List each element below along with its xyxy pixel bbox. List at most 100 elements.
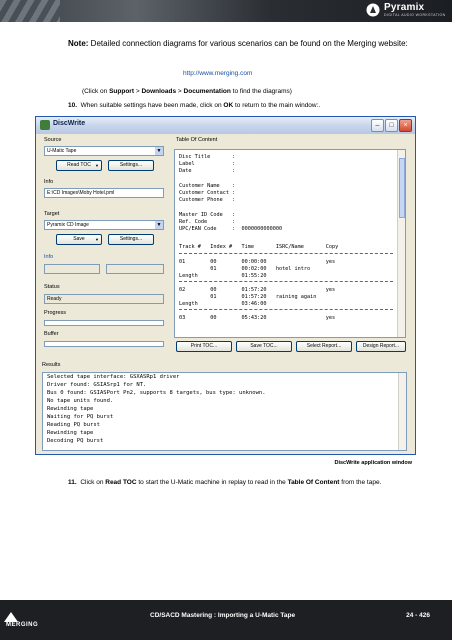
page-footer: MERGING CD/SACD Mastering : Importing a … — [0, 600, 452, 640]
toc-disc-title: Disc Title : — [179, 154, 236, 160]
results-line: Selected tape interface: GSXASRp1 driver — [47, 374, 180, 380]
instr-downloads: Downloads — [141, 88, 177, 95]
status-field: Ready — [44, 294, 164, 304]
instr-open: (Click on — [82, 88, 110, 95]
toc-label-line: Label : — [179, 161, 236, 167]
source-select[interactable]: U-Matic Tape ▼ — [44, 146, 164, 156]
source-select-value: U-Matic Tape — [47, 148, 77, 154]
discwrite-window: DiscWrite – □ × Source U-Matic Tape ▼ Re… — [35, 116, 416, 455]
results-line: Rewinding tape — [47, 406, 94, 412]
step-11-post: from the tape. — [339, 479, 382, 486]
toc-ref-code: Ref. Code : — [179, 219, 236, 225]
step-11-read-toc: Read TOC — [105, 479, 137, 486]
minimize-button[interactable]: – — [371, 119, 384, 132]
save-button[interactable]: Save ▼ — [56, 234, 102, 245]
header-banner: Pyramix DIGITAL AUDIO WORKSTATION — [0, 0, 452, 22]
buffer-label: Buffer — [44, 331, 59, 337]
step-10-ok: OK — [223, 102, 234, 109]
note-prefix: Note: — [68, 39, 89, 48]
toc-customer-contact: Customer Contact : — [179, 190, 236, 196]
results-line: Waiting for PQ burst — [47, 414, 114, 420]
toc-row: Length 03:46:00 — [179, 301, 267, 307]
read-toc-button[interactable]: Read TOC ▼ — [56, 160, 102, 171]
instr-documentation: Documentation — [183, 88, 231, 95]
target-label: Target — [44, 211, 60, 217]
results-line: Bus 0 found: GSIASPort Pn2, supports 8 t… — [47, 390, 266, 396]
toc-row: 03 00 05:43:20 yes — [179, 315, 336, 321]
chevron-down-icon: ▼ — [155, 221, 163, 229]
toc-customer-phone: Customer Phone : — [179, 197, 236, 203]
step-11: 11. Click on Read TOC to start the U-Mat… — [68, 479, 381, 486]
header-photo-strip — [0, 0, 60, 22]
step-11-pre: Click on — [80, 479, 106, 486]
toc-scrollbar[interactable] — [397, 150, 405, 337]
step-10-pre: When suitable settings have been made, c… — [80, 102, 224, 109]
info2-field-right — [106, 264, 164, 274]
toc-columns-header: Track # Index # Time ISRC/Name Copy — [179, 244, 339, 250]
maximize-button[interactable]: □ — [385, 119, 398, 132]
toc-scroll-thumb[interactable] — [399, 158, 405, 218]
toc-row: Length 01:55:20 — [179, 273, 267, 279]
progress-label: Progress — [44, 310, 67, 316]
step-11-number: 11. — [68, 479, 77, 486]
toc-row: 02 00 01:57:20 yes — [179, 287, 336, 293]
step-10-number: 10. — [68, 102, 78, 109]
merging-logo-icon — [4, 612, 18, 622]
instr-close: to find the diagrams) — [230, 88, 292, 95]
toc-row: 01 01:57:20 raining again — [179, 294, 317, 300]
chevron-down-icon: ▼ — [155, 147, 163, 155]
dropdown-arrow-icon: ▼ — [95, 237, 99, 242]
results-label: Results — [42, 362, 61, 368]
toc-customer-name: Customer Name : — [179, 183, 236, 189]
source-settings-button[interactable]: Settings... — [108, 160, 154, 171]
design-report-button[interactable]: Design Report... — [356, 341, 406, 352]
instruction-find-diagrams: (Click on Support > Downloads > Document… — [82, 88, 292, 95]
results-line: Decoding PQ burst — [47, 438, 104, 444]
save-toc-button[interactable]: Save TOC... — [236, 341, 292, 352]
status-label: Status — [44, 284, 60, 290]
results-log[interactable]: Selected tape interface: GSXASRp1 driver… — [42, 372, 407, 451]
close-button[interactable]: × — [399, 119, 412, 132]
merging-logo-text: MERGING — [6, 622, 39, 628]
results-scrollbar[interactable] — [398, 373, 406, 450]
instr-sep2: > — [176, 88, 184, 95]
window-title: DiscWrite — [53, 120, 86, 127]
pyramix-logo: Pyramix DIGITAL AUDIO WORKSTATION — [366, 2, 446, 20]
info-label: Info — [44, 179, 54, 185]
instr-support: Support — [109, 88, 135, 95]
brand-tagline: DIGITAL AUDIO WORKSTATION — [384, 13, 446, 17]
step-11-mid: to start the U-Matic machine in replay t… — [136, 479, 288, 486]
select-report-button[interactable]: Select Report... — [296, 341, 352, 352]
save-label: Save — [73, 236, 85, 242]
pyramix-logo-icon — [366, 3, 380, 17]
target-select-value: Pyramix CD Image — [47, 222, 89, 228]
toc-panel[interactable]: Disc Title : Label : Date : Customer Nam… — [174, 149, 406, 338]
results-line: Driver found: GSIASrp1 for NT. — [47, 382, 147, 388]
page-number: 24 - 426 — [406, 612, 430, 619]
dropdown-arrow-icon: ▼ — [95, 163, 99, 168]
source-label: Source — [44, 137, 62, 143]
note-text: Detailed connection diagrams for various… — [88, 39, 408, 48]
discwrite-app-icon — [40, 120, 50, 130]
toc-label: Table Of Content — [176, 137, 218, 143]
buffer-bar — [44, 341, 164, 347]
merging-website-link[interactable]: http://www.merging.com — [183, 70, 252, 77]
toc-row: 01 00:02:00 hotel intro — [179, 266, 311, 272]
step-10: 10. When suitable settings have been mad… — [68, 102, 320, 109]
target-select[interactable]: Pyramix CD Image ▼ — [44, 220, 164, 230]
toc-divider — [179, 281, 393, 282]
results-line: No tape units found. — [47, 398, 114, 404]
target-settings-button[interactable]: Settings... — [108, 234, 154, 245]
toc-master-id: Master ID Code : — [179, 212, 236, 218]
toc-date: Date : — [179, 168, 236, 174]
results-line: Rewinding tape — [47, 430, 94, 436]
window-titlebar[interactable]: DiscWrite – □ × — [36, 117, 415, 134]
toc-divider — [179, 309, 393, 310]
info2-field-left — [44, 264, 100, 274]
step-11-toc: Table Of Content — [287, 479, 340, 486]
print-toc-button[interactable]: Print TOC... — [176, 341, 232, 352]
figure-caption: DiscWrite application window — [334, 460, 412, 466]
toc-row: 01 00 00:00:00 yes — [179, 259, 336, 265]
toc-divider — [179, 253, 393, 254]
brand-name: Pyramix — [384, 2, 425, 13]
